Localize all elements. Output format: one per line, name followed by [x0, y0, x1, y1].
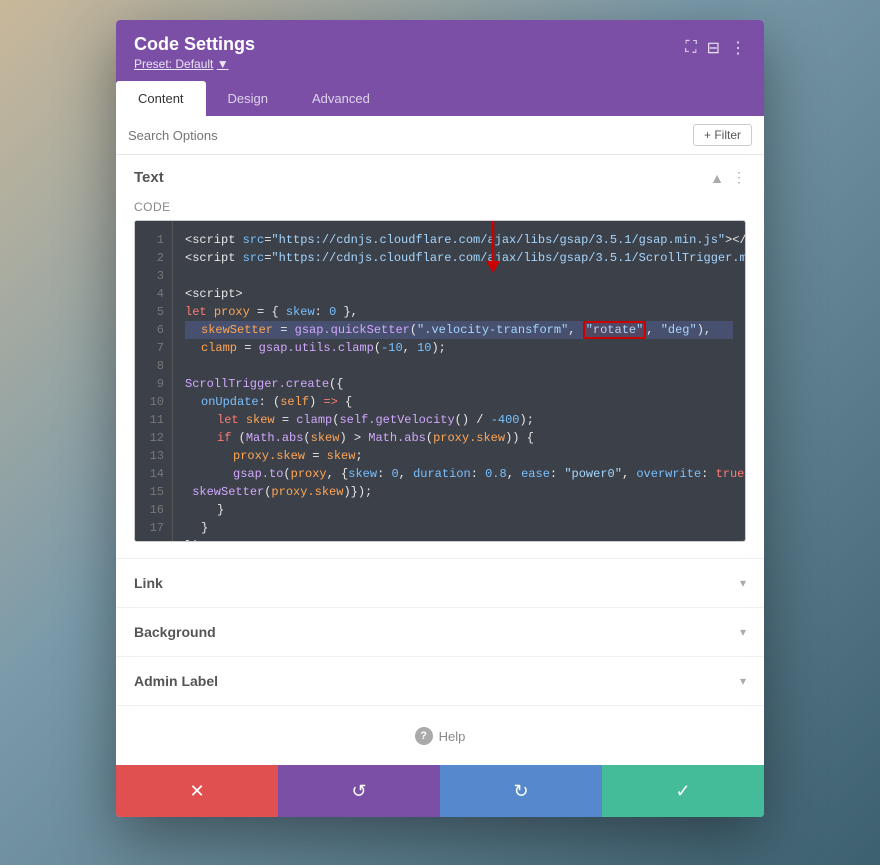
collapse-icon[interactable]: ▲ [710, 170, 724, 186]
text-section-header: Text ▲ ⋮ [116, 155, 764, 200]
more-icon[interactable]: ⋮ [730, 38, 746, 58]
modal-title: Code Settings [134, 34, 255, 55]
columns-icon[interactable]: ⊟ [707, 38, 720, 58]
link-section-title: Link [134, 575, 163, 591]
background-section-title: Background [134, 624, 216, 640]
code-line-4: <script> [185, 285, 733, 303]
modal-header-icons: ⛶ ⊟ ⋮ [685, 38, 746, 58]
code-line-13: proxy.skew = skew; [185, 447, 733, 465]
redo-button[interactable]: ↻ [440, 765, 602, 817]
link-section-header[interactable]: Link ▾ [116, 559, 764, 607]
help-button[interactable]: ? Help [415, 727, 466, 745]
tab-bar: Content Design Advanced [116, 81, 764, 116]
help-label: Help [439, 729, 466, 744]
line-numbers: 1 2 3 4 5 6 7 8 9 10 11 12 13 [135, 221, 173, 541]
code-label: Code [116, 200, 764, 220]
modal-header: Code Settings Preset: Default ▼ ⛶ ⊟ ⋮ [116, 20, 764, 81]
code-line-9: ScrollTrigger.create({ [185, 375, 733, 393]
background-chevron-icon: ▾ [740, 625, 746, 639]
code-line-12: if (Math.abs(skew) > Math.abs(proxy.skew… [185, 429, 733, 447]
admin-label-chevron-icon: ▾ [740, 674, 746, 688]
help-section: ? Help [116, 706, 764, 765]
filter-button[interactable]: + Filter [693, 124, 752, 146]
modal-footer: ✕ ↺ ↻ ✓ [116, 765, 764, 817]
code-line-7: clamp = gsap.utils.clamp(-10, 10); [185, 339, 733, 357]
modal-body: Text ▲ ⋮ Code 1 2 3 4 [116, 155, 764, 765]
tab-content[interactable]: Content [116, 81, 206, 116]
admin-label-section-title: Admin Label [134, 673, 218, 689]
tab-advanced[interactable]: Advanced [290, 81, 392, 116]
code-line-8 [185, 357, 733, 375]
code-settings-modal: Code Settings Preset: Default ▼ ⛶ ⊟ ⋮ Co… [116, 20, 764, 817]
code-line-3 [185, 267, 733, 285]
code-line-17: } [185, 519, 733, 537]
admin-label-section: Admin Label ▾ [116, 657, 764, 706]
rotate-highlight: "rotate" [583, 321, 647, 339]
undo-button[interactable]: ↺ [278, 765, 440, 817]
modal-preset[interactable]: Preset: Default ▼ [134, 57, 255, 71]
text-section-title: Text [134, 169, 164, 186]
link-chevron-icon: ▾ [740, 576, 746, 590]
help-icon: ? [415, 727, 433, 745]
modal-header-left: Code Settings Preset: Default ▼ [134, 34, 255, 71]
code-line-16: } [185, 501, 733, 519]
code-line-15: skewSetter(proxy.skew)}); [185, 483, 733, 501]
code-line-1: <script src="https://cdnjs.cloudflare.co… [185, 231, 733, 249]
code-editor[interactable]: 1 2 3 4 5 6 7 8 9 10 11 12 13 [135, 221, 745, 541]
search-input[interactable] [128, 128, 693, 143]
text-section: Text ▲ ⋮ Code 1 2 3 4 [116, 155, 764, 559]
search-bar: + Filter [116, 116, 764, 155]
tab-design[interactable]: Design [206, 81, 290, 116]
background-section: Background ▾ [116, 608, 764, 657]
save-button[interactable]: ✓ [602, 765, 764, 817]
code-line-14: gsap.to(proxy, {skew: 0, duration: 0.8, … [185, 465, 733, 483]
section-menu-icon[interactable]: ⋮ [732, 169, 746, 186]
modal-overlay: Code Settings Preset: Default ▼ ⛶ ⊟ ⋮ Co… [0, 0, 880, 865]
admin-label-section-header[interactable]: Admin Label ▾ [116, 657, 764, 705]
link-section: Link ▾ [116, 559, 764, 608]
code-content[interactable]: <script src="https://cdnjs.cloudflare.co… [173, 221, 745, 541]
background-section-header[interactable]: Background ▾ [116, 608, 764, 656]
code-line-11: let skew = clamp(self.getVelocity() / -4… [185, 411, 733, 429]
code-editor-wrapper: 1 2 3 4 5 6 7 8 9 10 11 12 13 [134, 220, 746, 542]
code-line-18: }); [185, 537, 733, 541]
fullscreen-icon[interactable]: ⛶ [685, 39, 696, 57]
code-line-2: <script src="https://cdnjs.cloudflare.co… [185, 249, 733, 267]
code-line-10: onUpdate: (self) => { [185, 393, 733, 411]
code-line-6: skewSetter = gsap.quickSetter(".velocity… [185, 321, 733, 339]
code-line-5: let proxy = { skew: 0 }, [185, 303, 733, 321]
cancel-button[interactable]: ✕ [116, 765, 278, 817]
text-section-icons: ▲ ⋮ [710, 169, 746, 186]
